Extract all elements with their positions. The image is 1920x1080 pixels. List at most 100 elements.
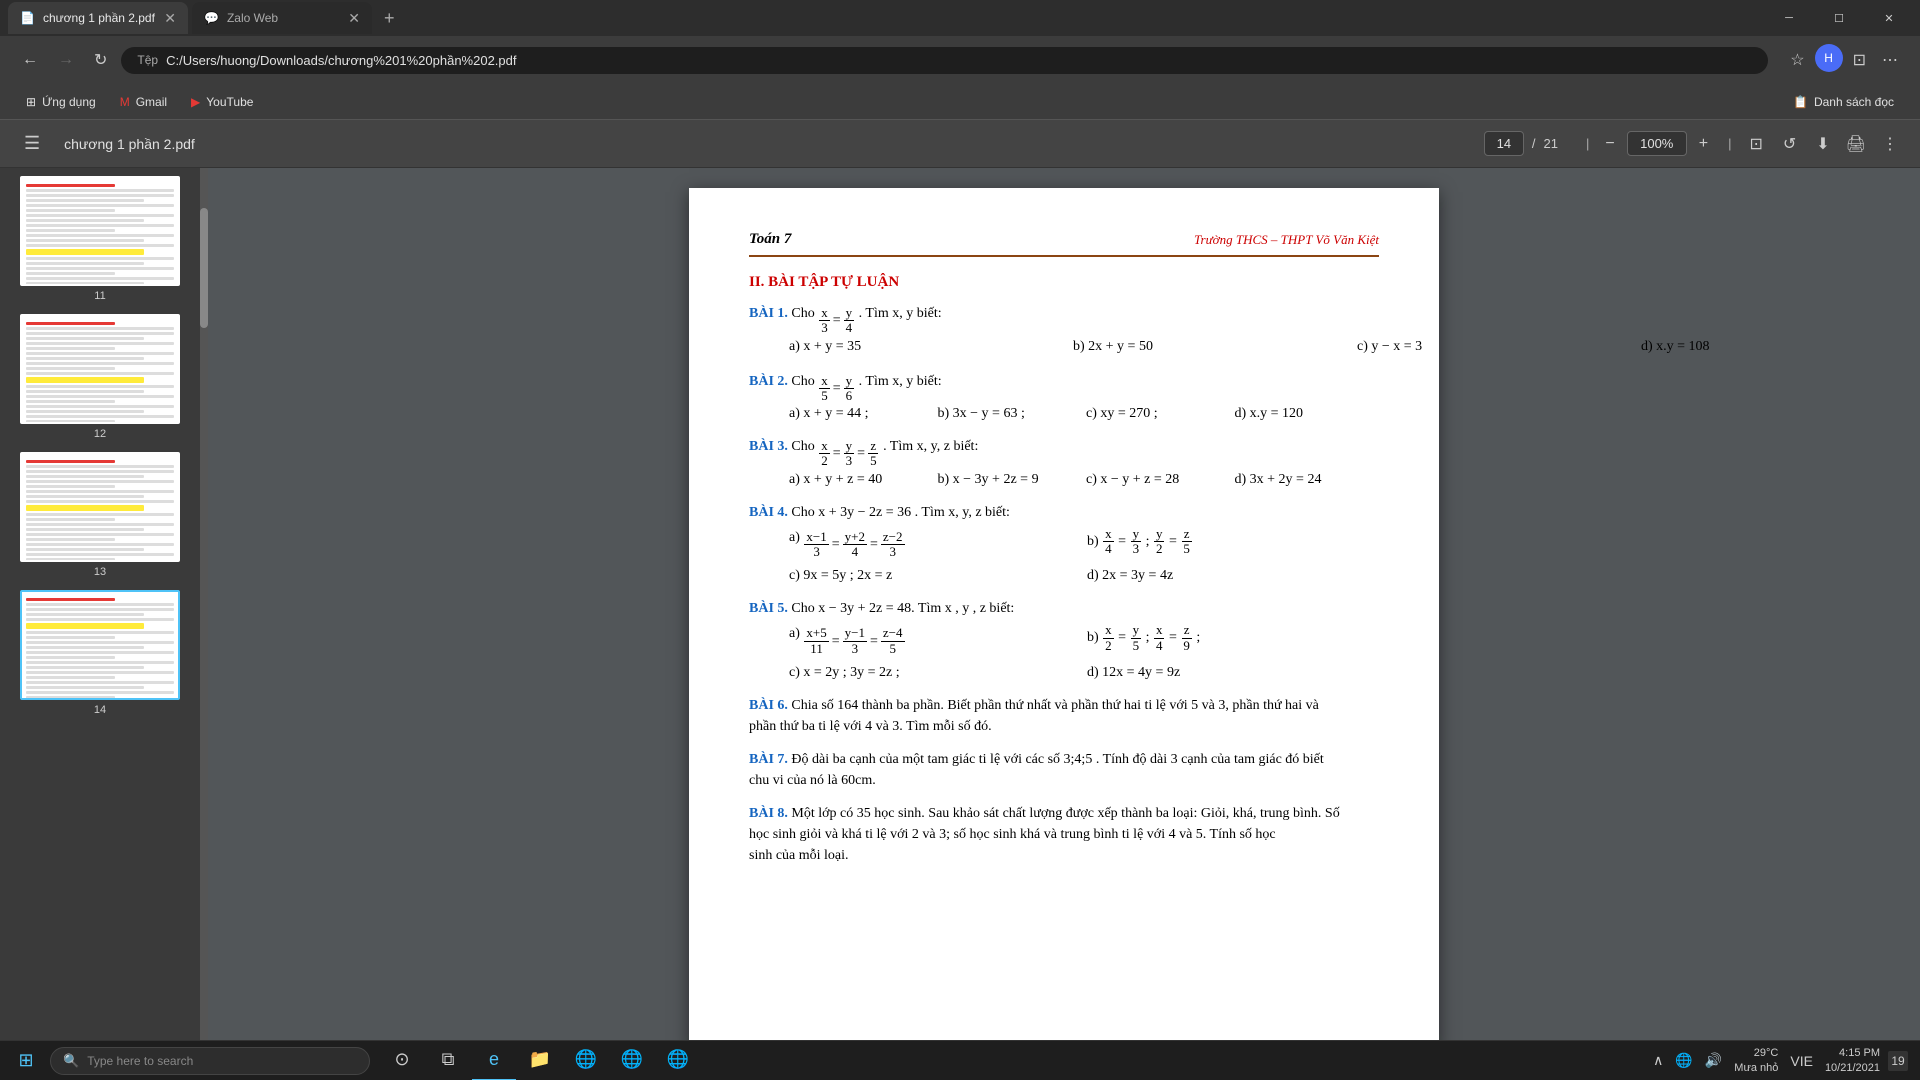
address-bar: ← → ↻ Tệp C:/Users/huong/Downloads/chươn…	[0, 36, 1920, 84]
pdf-body: 11	[0, 168, 1920, 1040]
pdf-rotate-button[interactable]: ↺	[1777, 128, 1802, 160]
address-input[interactable]: Tệp C:/Users/huong/Downloads/chương%201%…	[121, 47, 1768, 74]
thumbnail-12[interactable]: 12	[8, 314, 192, 440]
pdf-divider2: |	[1728, 136, 1731, 151]
ex1-tail: . Tìm x, y biết:	[859, 306, 942, 321]
tray-chevron-icon[interactable]: ∧	[1649, 1048, 1667, 1073]
tray-temperature: 29°C	[1754, 1046, 1779, 1060]
thumbnail-12-label: 12	[94, 428, 106, 440]
tray-weather: 29°C Mưa nhỏ	[1734, 1046, 1778, 1075]
ex1-title: BÀI 1.	[749, 306, 788, 321]
reading-list-label: Danh sách đọc	[1814, 95, 1894, 109]
taskbar-chrome3[interactable]: 🌐	[656, 1041, 700, 1080]
tray-volume-icon[interactable]: 🔊	[1701, 1048, 1726, 1073]
ex8-title: BÀI 8.	[749, 806, 788, 821]
ex2-parts: a) x + y = 44 ; b) 3x − y = 63 ; c) xy =…	[789, 403, 1379, 424]
taskbar-task-view[interactable]: ⧉	[426, 1041, 470, 1080]
tray-date: 10/21/2021	[1825, 1061, 1880, 1075]
ex3-title: BÀI 3.	[749, 439, 788, 454]
thumbnail-14-label: 14	[94, 704, 106, 716]
page-header-left: Toán 7	[749, 228, 791, 251]
ex1-partc: c) y − x = 3	[1357, 336, 1637, 357]
toolbar-icons: ☆ H ⊡ ⋯	[1784, 44, 1904, 76]
address-text: C:/Users/huong/Downloads/chương%201%20ph…	[166, 53, 516, 68]
pdf-fit-button[interactable]: ⊡	[1743, 128, 1768, 160]
maximize-button[interactable]: ☐	[1816, 0, 1862, 36]
ex3-parts: a) x + y + z = 40 b) x − 3y + 2z = 9 c) …	[789, 469, 1379, 490]
reload-button[interactable]: ↻	[88, 44, 113, 76]
ex4-partc: c) 9x = 5y ; 2x = z	[789, 565, 1081, 586]
reading-list-button[interactable]: 📋 Danh sách đọc	[1783, 91, 1904, 113]
ex6-title: BÀI 6.	[749, 698, 788, 713]
scroll-track[interactable]	[200, 168, 208, 1040]
scroll-thumb[interactable]	[200, 208, 208, 328]
window-controls: ─ ☐ ✕	[1766, 0, 1912, 36]
close-button[interactable]: ✕	[1866, 0, 1912, 36]
ex3-partc: c) x − y + z = 28	[1086, 469, 1231, 490]
pdf-zoom-out-button[interactable]: −	[1597, 131, 1622, 157]
bookmark-apps[interactable]: ⊞ Ứng dụng	[16, 91, 106, 113]
pdf-print-button[interactable]: 🖨	[1840, 128, 1872, 160]
taskbar-edge[interactable]: e	[472, 1041, 516, 1080]
ex1-parts: a) x + y = 35 b) 2x + y = 50 c) y − x = …	[789, 336, 1379, 359]
pdf-main: Toán 7 Trường THCS – THPT Võ Văn Kiệt II…	[208, 168, 1920, 1040]
thumbnail-13-label: 13	[94, 566, 106, 578]
pdf-menu-button[interactable]: ☰	[16, 129, 48, 158]
taskbar-chrome1[interactable]: 🌐	[564, 1041, 608, 1080]
taskbar-explorer[interactable]: 📁	[518, 1041, 562, 1080]
tray-network-icon[interactable]: 🌐	[1671, 1048, 1696, 1073]
tray-language[interactable]: VIE	[1786, 1049, 1817, 1073]
ex3-partd: d) 3x + 2y = 24	[1235, 469, 1380, 490]
thumbnail-12-image	[20, 314, 180, 424]
pdf-more-button[interactable]: ⋮	[1876, 128, 1904, 160]
bookmark-star-button[interactable]: ☆	[1784, 44, 1810, 76]
forward-button[interactable]: →	[52, 45, 80, 75]
profile-button[interactable]: H	[1815, 44, 1843, 72]
exercise-3: BÀI 3. Cho x2 = y3 = z5 . Tìm x, y, z bi…	[749, 436, 1379, 490]
thumbnail-14[interactable]: 14	[8, 590, 192, 716]
ex1-partd: d) x.y = 108	[1641, 336, 1920, 357]
settings-button[interactable]: ⋯	[1876, 44, 1904, 76]
tray-notification-badge[interactable]: 19	[1888, 1051, 1908, 1071]
ex7-title: BÀI 7.	[749, 752, 788, 767]
taskbar-search[interactable]: 🔍 Type here to search	[50, 1047, 370, 1075]
back-button[interactable]: ←	[16, 45, 44, 75]
ex7-text: Độ dài ba cạnh của một tam giác ti lệ vớ…	[749, 752, 1324, 788]
tray-datetime[interactable]: 4:15 PM 10/21/2021	[1825, 1046, 1880, 1075]
taskbar-search-item[interactable]: ⊙	[380, 1041, 424, 1080]
start-button[interactable]: ⊞	[4, 1041, 48, 1080]
pdf-download-button[interactable]: ⬇	[1810, 128, 1835, 160]
ex2-partd: d) x.y = 120	[1235, 403, 1380, 424]
tab-zalo[interactable]: 💬 Zalo Web ✕	[192, 2, 372, 34]
tab-pdf[interactable]: 📄 chương 1 phần 2.pdf ✕	[8, 2, 188, 34]
bookmark-youtube[interactable]: ▶ YouTube	[181, 91, 263, 113]
ex2-title: BÀI 2.	[749, 374, 788, 389]
bookmarks-bar: ⊞ Ứng dụng M Gmail ▶ YouTube 📋 Danh sách…	[0, 84, 1920, 120]
taskbar-chrome2[interactable]: 🌐	[610, 1041, 654, 1080]
exercise-6: BÀI 6. Chia số 164 thành ba phần. Biết p…	[749, 695, 1379, 737]
gmail-icon: M	[120, 95, 130, 109]
pdf-zoom-in-button[interactable]: +	[1691, 131, 1716, 157]
thumbnail-13[interactable]: 13	[8, 452, 192, 578]
bookmark-gmail[interactable]: M Gmail	[110, 91, 177, 113]
youtube-icon: ▶	[191, 95, 200, 109]
pdf-title: chương 1 phần 2.pdf	[64, 136, 1476, 152]
ex3-text: Cho	[791, 439, 818, 454]
pdf-page-input[interactable]	[1484, 131, 1524, 156]
thumbnail-11[interactable]: 11	[8, 176, 192, 302]
search-placeholder: Type here to search	[87, 1054, 193, 1068]
reading-list-icon: 📋	[1793, 95, 1808, 109]
ex4-title: BÀI 4.	[749, 505, 788, 520]
ex8-text: Một lớp có 35 học sinh. Sau khảo sát chấ…	[749, 806, 1340, 863]
tab-pdf-close[interactable]: ✕	[164, 10, 176, 27]
new-tab-button[interactable]: +	[376, 4, 403, 33]
bookmark-apps-label: Ứng dụng	[42, 95, 96, 109]
extensions-button[interactable]: ⊡	[1847, 44, 1872, 76]
tab-pdf-icon: 📄	[20, 11, 35, 25]
tab-zalo-close[interactable]: ✕	[348, 10, 360, 27]
pdf-zoom-controls: | − 100% +	[1582, 131, 1716, 157]
taskbar-tray: ∧ 🌐 🔊 29°C Mưa nhỏ VIE 4:15 PM 10/21/202…	[1641, 1046, 1916, 1075]
minimize-button[interactable]: ─	[1766, 0, 1812, 36]
ex3-fraction: x2 = y3 = z5	[818, 439, 879, 469]
ex5-text: Cho x − 3y + 2z = 48. Tìm x , y , z biết…	[791, 601, 1014, 616]
